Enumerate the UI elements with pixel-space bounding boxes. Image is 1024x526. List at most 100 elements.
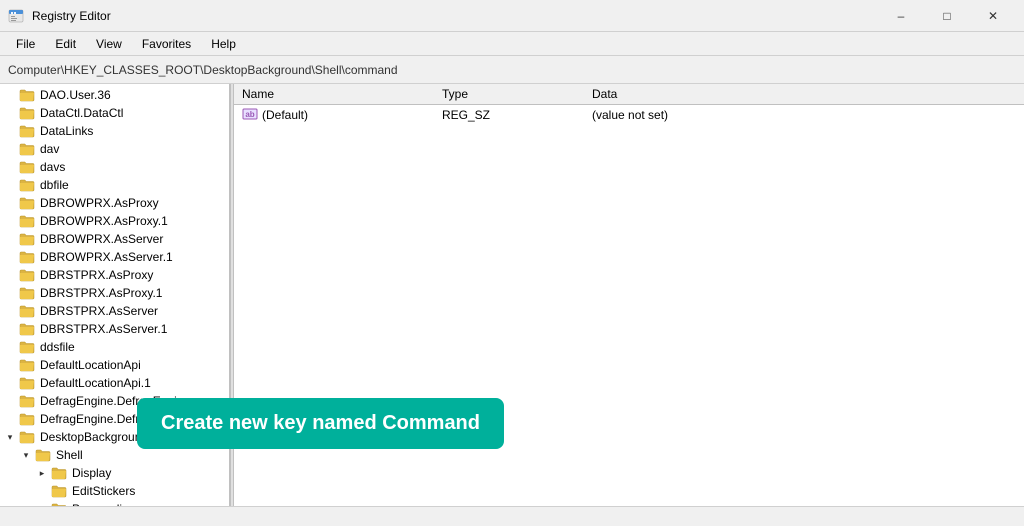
registry-values-panel: Name Type Data ab (Default)REG_SZ(value … [234,84,1024,506]
tree-item[interactable]: ▸ Display [0,464,229,482]
close-button[interactable]: ✕ [970,0,1016,32]
folder-icon [51,502,67,506]
tree-item-label: DBRSTPRX.AsProxy [40,268,153,282]
cell-type: REG_SZ [434,105,584,126]
folder-icon [19,268,35,282]
tree-item-label: DBROWPRX.AsServer.1 [40,250,173,264]
address-bar: Computer\HKEY_CLASSES_ROOT\DesktopBackgr… [0,56,1024,84]
folder-icon [19,232,35,246]
tree-item[interactable]: DBRSTPRX.AsProxy [0,266,229,284]
tree-item-label: EditStickers [72,484,135,498]
folder-icon [19,394,35,408]
folder-icon [19,124,35,138]
tree-item[interactable]: ddsfile [0,338,229,356]
tree-item[interactable]: DBROWPRX.AsServer [0,230,229,248]
tree-item-label: ddsfile [40,340,75,354]
tree-item[interactable]: DefragEngine.DefragEngine.1 [0,410,229,428]
col-type: Type [434,84,584,105]
tree-item-label: DefragEngine.DefragEngine.1 [40,412,200,426]
tree-item-label: DefaultLocationApi.1 [40,376,151,390]
tree-item[interactable]: DBROWPRX.AsProxy.1 [0,212,229,230]
tree-item[interactable]: ▾ DesktopBackground [0,428,229,446]
registry-table: Name Type Data ab (Default)REG_SZ(value … [234,84,1024,125]
tree-item[interactable]: DataLinks [0,122,229,140]
menu-item-view[interactable]: View [88,35,130,53]
tree-item-label: DBROWPRX.AsProxy.1 [40,214,168,228]
tree-item-label: Display [72,466,111,480]
app-icon [8,8,24,24]
cell-data: (value not set) [584,105,1024,126]
tree-item-label: DBRSTPRX.AsServer [40,304,158,318]
folder-icon [19,106,35,120]
tree-item-label: DataCtl.DataCtl [40,106,123,120]
folder-icon [19,250,35,264]
expand-arrow[interactable]: ▸ [36,503,48,506]
tree-item-label: DefaultLocationApi [40,358,141,372]
tree-item[interactable]: DataCtl.DataCtl [0,104,229,122]
tree-item[interactable]: DBROWPRX.AsProxy [0,194,229,212]
tree-item-label: dav [40,142,59,156]
menu-bar: FileEditViewFavoritesHelp [0,32,1024,56]
menu-item-edit[interactable]: Edit [47,35,84,53]
expand-arrow[interactable]: ▾ [4,431,16,443]
tree-item-label: DBRSTPRX.AsProxy.1 [40,286,162,300]
tree-item[interactable]: dbfile [0,176,229,194]
folder-icon [19,286,35,300]
app-title: Registry Editor [32,9,111,23]
tree-item[interactable]: DBRSTPRX.AsServer.1 [0,320,229,338]
minimize-button[interactable]: – [878,0,924,32]
maximize-button[interactable]: □ [924,0,970,32]
tree-item-label: davs [40,160,65,174]
registry-tree: DAO.User.36 DataCtl.DataCtl DataLinks da… [0,84,230,506]
tree-item[interactable]: DefaultLocationApi [0,356,229,374]
folder-icon [19,358,35,372]
tree-item-label: DBRSTPRX.AsServer.1 [40,322,167,336]
col-data: Data [584,84,1024,105]
expand-arrow[interactable]: ▸ [36,467,48,479]
menu-item-help[interactable]: Help [203,35,244,53]
tree-item[interactable]: ▸ Personalize [0,500,229,506]
tree-item-label: DBROWPRX.AsProxy [40,196,159,210]
tree-item-label: Shell [56,448,83,462]
tree-item[interactable]: DefaultLocationApi.1 [0,374,229,392]
tree-item-label: DefragEngine.DefragEngine [40,394,190,408]
tree-item[interactable]: DBRSTPRX.AsProxy.1 [0,284,229,302]
tree-item[interactable]: davs [0,158,229,176]
folder-icon [19,376,35,390]
tree-item[interactable]: DAO.User.36 [0,86,229,104]
tree-item-label: DBROWPRX.AsServer [40,232,163,246]
status-bar [0,506,1024,526]
table-row[interactable]: ab (Default)REG_SZ(value not set) [234,105,1024,126]
tree-item[interactable]: dav [0,140,229,158]
col-name: Name [234,84,434,105]
expand-arrow[interactable]: ▾ [20,449,32,461]
folder-icon [19,142,35,156]
tree-item-label: DAO.User.36 [40,88,111,102]
cell-name: ab (Default) [234,105,434,125]
tree-item[interactable]: DBROWPRX.AsServer.1 [0,248,229,266]
folder-icon [19,196,35,210]
menu-item-favorites[interactable]: Favorites [134,35,199,53]
tree-item-label: DataLinks [40,124,93,138]
folder-icon [19,340,35,354]
tree-item[interactable]: DefragEngine.DefragEngine [0,392,229,410]
folder-icon [19,178,35,192]
menu-item-file[interactable]: File [8,35,43,53]
folder-icon [19,412,35,426]
folder-icon [19,430,35,444]
folder-icon [19,214,35,228]
folder-icon [51,484,67,498]
folder-icon [19,160,35,174]
title-bar: Registry Editor – □ ✕ [0,0,1024,32]
tree-item[interactable]: EditStickers [0,482,229,500]
tree-item[interactable]: ▾ Shell [0,446,229,464]
folder-icon [19,322,35,336]
tree-item[interactable]: DBRSTPRX.AsServer [0,302,229,320]
folder-icon [35,448,51,462]
address-path: Computer\HKEY_CLASSES_ROOT\DesktopBackgr… [8,63,398,77]
default-value-icon: ab [242,106,258,125]
svg-text:ab: ab [245,110,254,119]
folder-icon [51,466,67,480]
tree-item-label: DesktopBackground [40,430,148,444]
folder-icon [19,88,35,102]
